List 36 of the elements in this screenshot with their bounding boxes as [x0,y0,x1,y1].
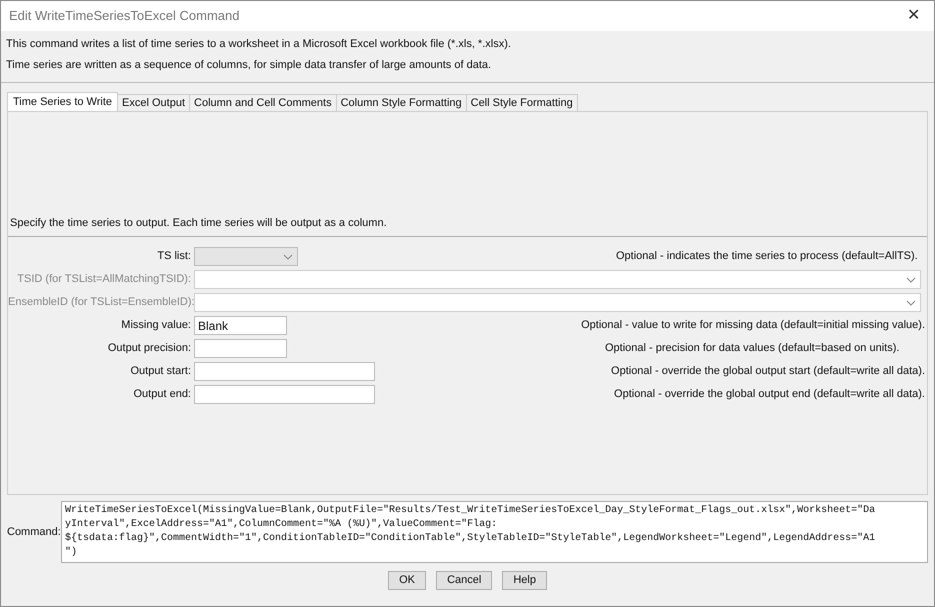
dialog-button[interactable]: OK [388,571,426,590]
close-button[interactable]: ✕ [903,4,924,28]
tab[interactable]: Time Series to Write [7,92,118,111]
combo-box[interactable] [194,270,921,289]
dialog-button[interactable]: Cancel [436,571,492,590]
text-field[interactable]: Blank [194,316,287,335]
field-label: TS list: [156,249,192,264]
help-text: Optional - override the global output end (default=write all data). [614,387,925,402]
text-field[interactable] [194,362,375,381]
instruction-text: Specify the time series to output. Each time series will be output as a column. [8,215,927,236]
tab[interactable]: Column Style Formatting [336,94,467,111]
description-text: Time series are written as a sequence of columns, for simple data transfer of large amounts of data. [6,58,492,72]
combo-box[interactable] [194,293,921,312]
help-text: Optional - precision for data values (default=based on units). [605,341,900,356]
chevron-down-icon [283,254,293,260]
chevron-down-icon [906,300,916,306]
command-label: Command: [7,524,59,540]
text-field[interactable] [194,339,287,358]
field-label: EnsembleID (for TSList=EnsembleID): [8,295,194,310]
field-label: TSID (for TSList=AllMatchingTSID): [16,272,192,288]
field-label: Missing value: [120,318,192,334]
tab[interactable]: Excel Output [117,94,190,111]
field-label: Output precision: [106,341,192,356]
field-label: Output end: [132,387,192,402]
tab[interactable]: Cell Style Formatting [466,94,578,111]
command-text-area[interactable]: WriteTimeSeriesToExcel(MissingValue=Blank,OutputFile="Results/Test_WriteTimeSeriesToExcel_Day_StyleFormat_Flags_out.xlsx",Worksheet="Da yInterval",ExcelAddress="A1",ColumnComment="%A (%U)",ValueComment="Flag: ${tsdata:flag}",CommentWidth="1",ConditionTableID="ConditionTable",StyleTableID="StyleTable",LegendWorksheet="Legend",LegendAddress="A1 ") [61,501,928,563]
help-text: Optional - override the global output start (default=write all data). [611,364,925,380]
dialog-button[interactable]: Help [502,571,547,590]
chevron-down-icon [906,276,916,282]
text-field[interactable] [194,385,375,404]
help-text: Optional - indicates the time series to process (default=AllTS). [616,249,918,264]
description-text: This command writes a list of time series to a worksheet in a Microsoft Excel workbook file (*.xls, *.xlsx). [6,37,512,52]
field-label: Output start: [129,364,192,380]
help-text: Optional - value to write for missing data (default=initial missing value). [581,318,925,334]
window-title: Edit WriteTimeSeriesToExcel Command [9,7,240,26]
dropdown[interactable] [194,247,298,266]
